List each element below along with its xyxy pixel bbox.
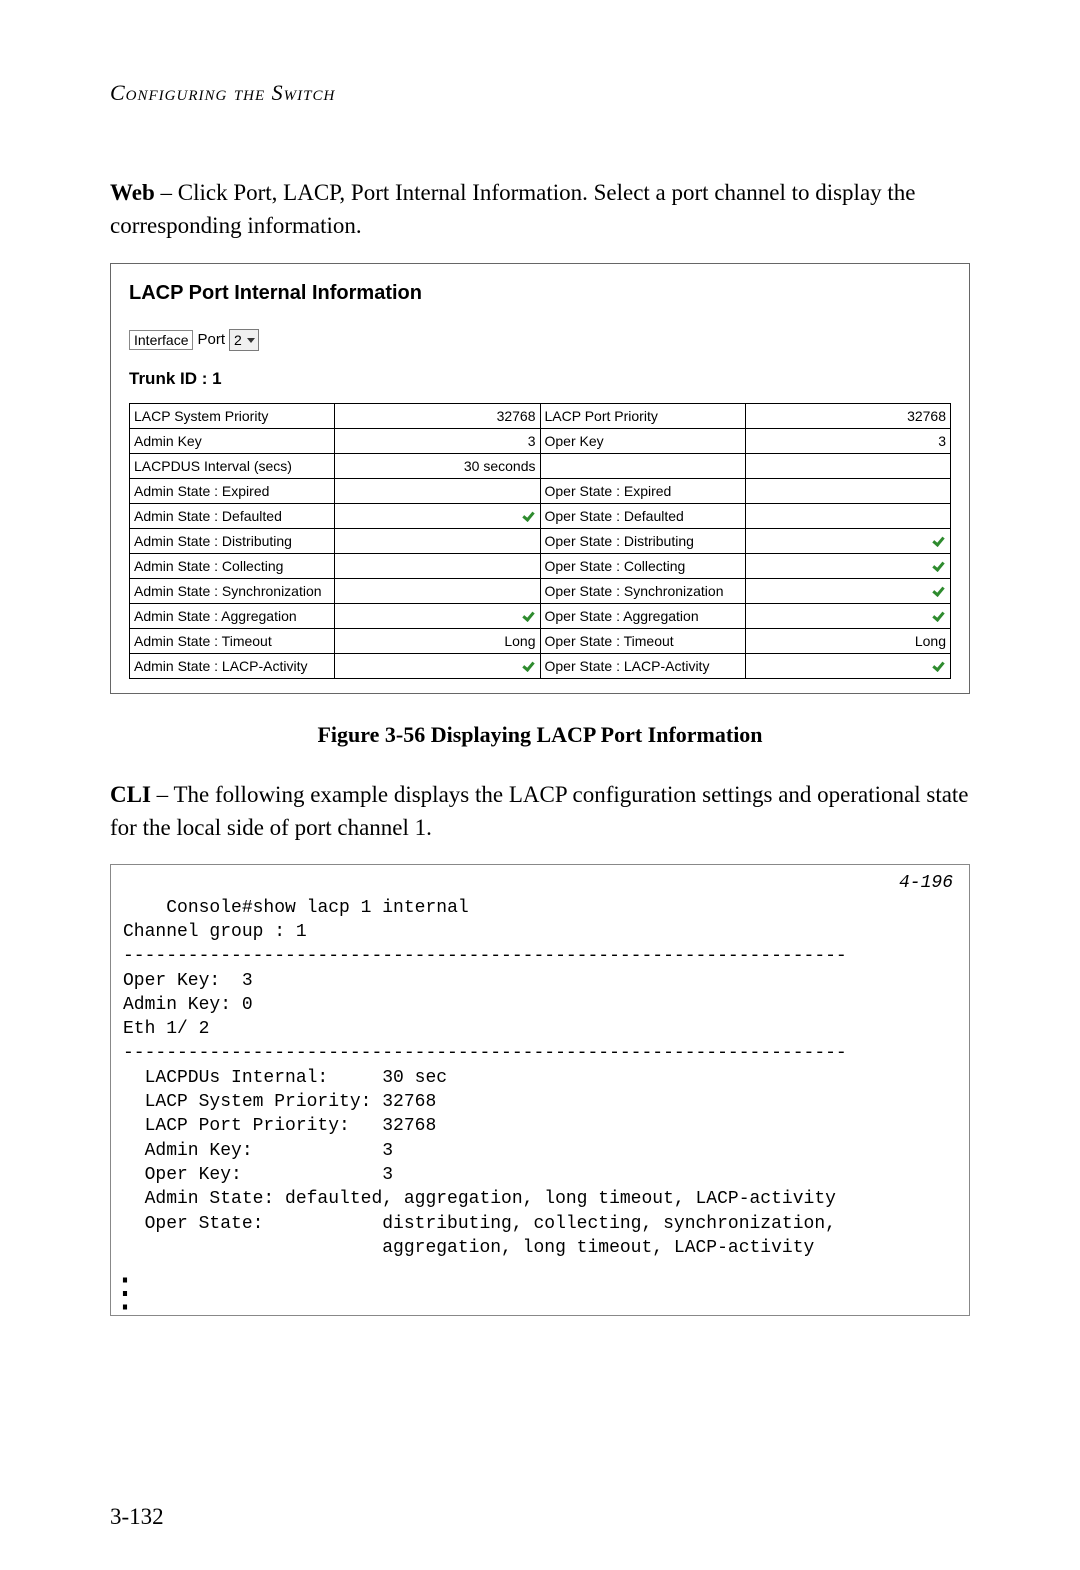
interface-label: Interface [129, 330, 193, 350]
cell-label: LACP Port Priority [540, 403, 745, 428]
cli-text: Console#show lacp 1 internal Channel gro… [123, 898, 847, 1258]
cell-label: Admin State : LACP-Activity [130, 653, 335, 678]
web-prefix: Web [110, 180, 155, 205]
cell-label: Admin Key [130, 428, 335, 453]
cell-value [745, 528, 950, 553]
cli-intro-text: – The following example displays the LAC… [110, 782, 969, 840]
cell-value [335, 603, 540, 628]
cell-label: Oper State : Collecting [540, 553, 745, 578]
cell-value: 32768 [745, 403, 950, 428]
table-row: LACP System Priority 32768 LACP Port Pri… [130, 403, 951, 428]
cell-value: 30 seconds [335, 453, 540, 478]
cell-value [335, 478, 540, 503]
lacp-info-table: LACP System Priority 32768 LACP Port Pri… [129, 403, 951, 679]
cell-label [540, 453, 745, 478]
cell-label: Admin State : Aggregation [130, 603, 335, 628]
table-row: Admin State : Defaulted Oper State : Def… [130, 503, 951, 528]
port-label: Port [197, 331, 225, 348]
cell-value [335, 503, 540, 528]
panel-title: LACP Port Internal Information [129, 282, 951, 305]
cell-label: LACPDUS Interval (secs) [130, 453, 335, 478]
web-intro-text: – Click Port, LACP, Port Internal Inform… [110, 180, 916, 238]
cell-label: Oper State : Defaulted [540, 503, 745, 528]
running-head: Configuring the Switch [110, 80, 970, 106]
cell-value [745, 503, 950, 528]
web-intro: Web – Click Port, LACP, Port Internal In… [110, 176, 970, 243]
check-icon [932, 661, 946, 671]
interface-row: Interface Port 2 [129, 329, 951, 351]
check-icon [932, 561, 946, 571]
cell-value [745, 553, 950, 578]
table-row: Admin Key 3 Oper Key 3 [130, 428, 951, 453]
cell-label: Admin State : Synchronization [130, 578, 335, 603]
check-icon [522, 611, 536, 621]
table-row: Admin State : Timeout Long Oper State : … [130, 628, 951, 653]
trunk-id: Trunk ID : 1 [129, 369, 951, 389]
cell-value [745, 453, 950, 478]
cell-label: Admin State : Defaulted [130, 503, 335, 528]
table-row: Admin State : Synchronization Oper State… [130, 578, 951, 603]
figure-caption: Figure 3-56 Displaying LACP Port Informa… [110, 722, 970, 748]
check-icon [522, 661, 536, 671]
cell-label: Oper State : Distributing [540, 528, 745, 553]
cell-label: Oper State : Aggregation [540, 603, 745, 628]
cell-value: Long [745, 628, 950, 653]
table-row: LACPDUS Interval (secs) 30 seconds [130, 453, 951, 478]
cell-value [745, 478, 950, 503]
vertical-ellipsis-icon: ⋮ [110, 1266, 139, 1316]
cell-label: Admin State : Timeout [130, 628, 335, 653]
cell-value [335, 578, 540, 603]
cell-value: 3 [745, 428, 950, 453]
port-select-value: 2 [234, 331, 242, 349]
cell-label: Oper State : Synchronization [540, 578, 745, 603]
page-number: 3-132 [110, 1504, 164, 1530]
cli-output: 4-196 Console#show lacp 1 internal Channe… [110, 864, 970, 1315]
cell-label: Oper State : Timeout [540, 628, 745, 653]
cell-label: Admin State : Collecting [130, 553, 335, 578]
table-row: Admin State : Aggregation Oper State : A… [130, 603, 951, 628]
cli-page-ref: 4-196 [899, 871, 953, 895]
check-icon [932, 611, 946, 621]
cell-label: Oper Key [540, 428, 745, 453]
check-icon [932, 536, 946, 546]
cell-label: Admin State : Distributing [130, 528, 335, 553]
cli-intro: CLI – The following example displays the… [110, 778, 970, 845]
cell-label: Admin State : Expired [130, 478, 335, 503]
check-icon [522, 511, 536, 521]
check-icon [932, 586, 946, 596]
cli-prefix: CLI [110, 782, 151, 807]
table-row: Admin State : Distributing Oper State : … [130, 528, 951, 553]
table-row: Admin State : Collecting Oper State : Co… [130, 553, 951, 578]
cell-value: 32768 [335, 403, 540, 428]
cell-value [745, 603, 950, 628]
cell-label: Oper State : Expired [540, 478, 745, 503]
cell-value [335, 528, 540, 553]
cell-label: Oper State : LACP-Activity [540, 653, 745, 678]
port-select[interactable]: 2 [229, 329, 259, 351]
table-row: Admin State : Expired Oper State : Expir… [130, 478, 951, 503]
table-row: Admin State : LACP-Activity Oper State :… [130, 653, 951, 678]
cell-value: 3 [335, 428, 540, 453]
cell-value [335, 553, 540, 578]
cell-value [745, 653, 950, 678]
lacp-web-panel: LACP Port Internal Information Interface… [110, 263, 970, 694]
cell-value [335, 653, 540, 678]
cell-label: LACP System Priority [130, 403, 335, 428]
cell-value [745, 578, 950, 603]
cell-value: Long [335, 628, 540, 653]
